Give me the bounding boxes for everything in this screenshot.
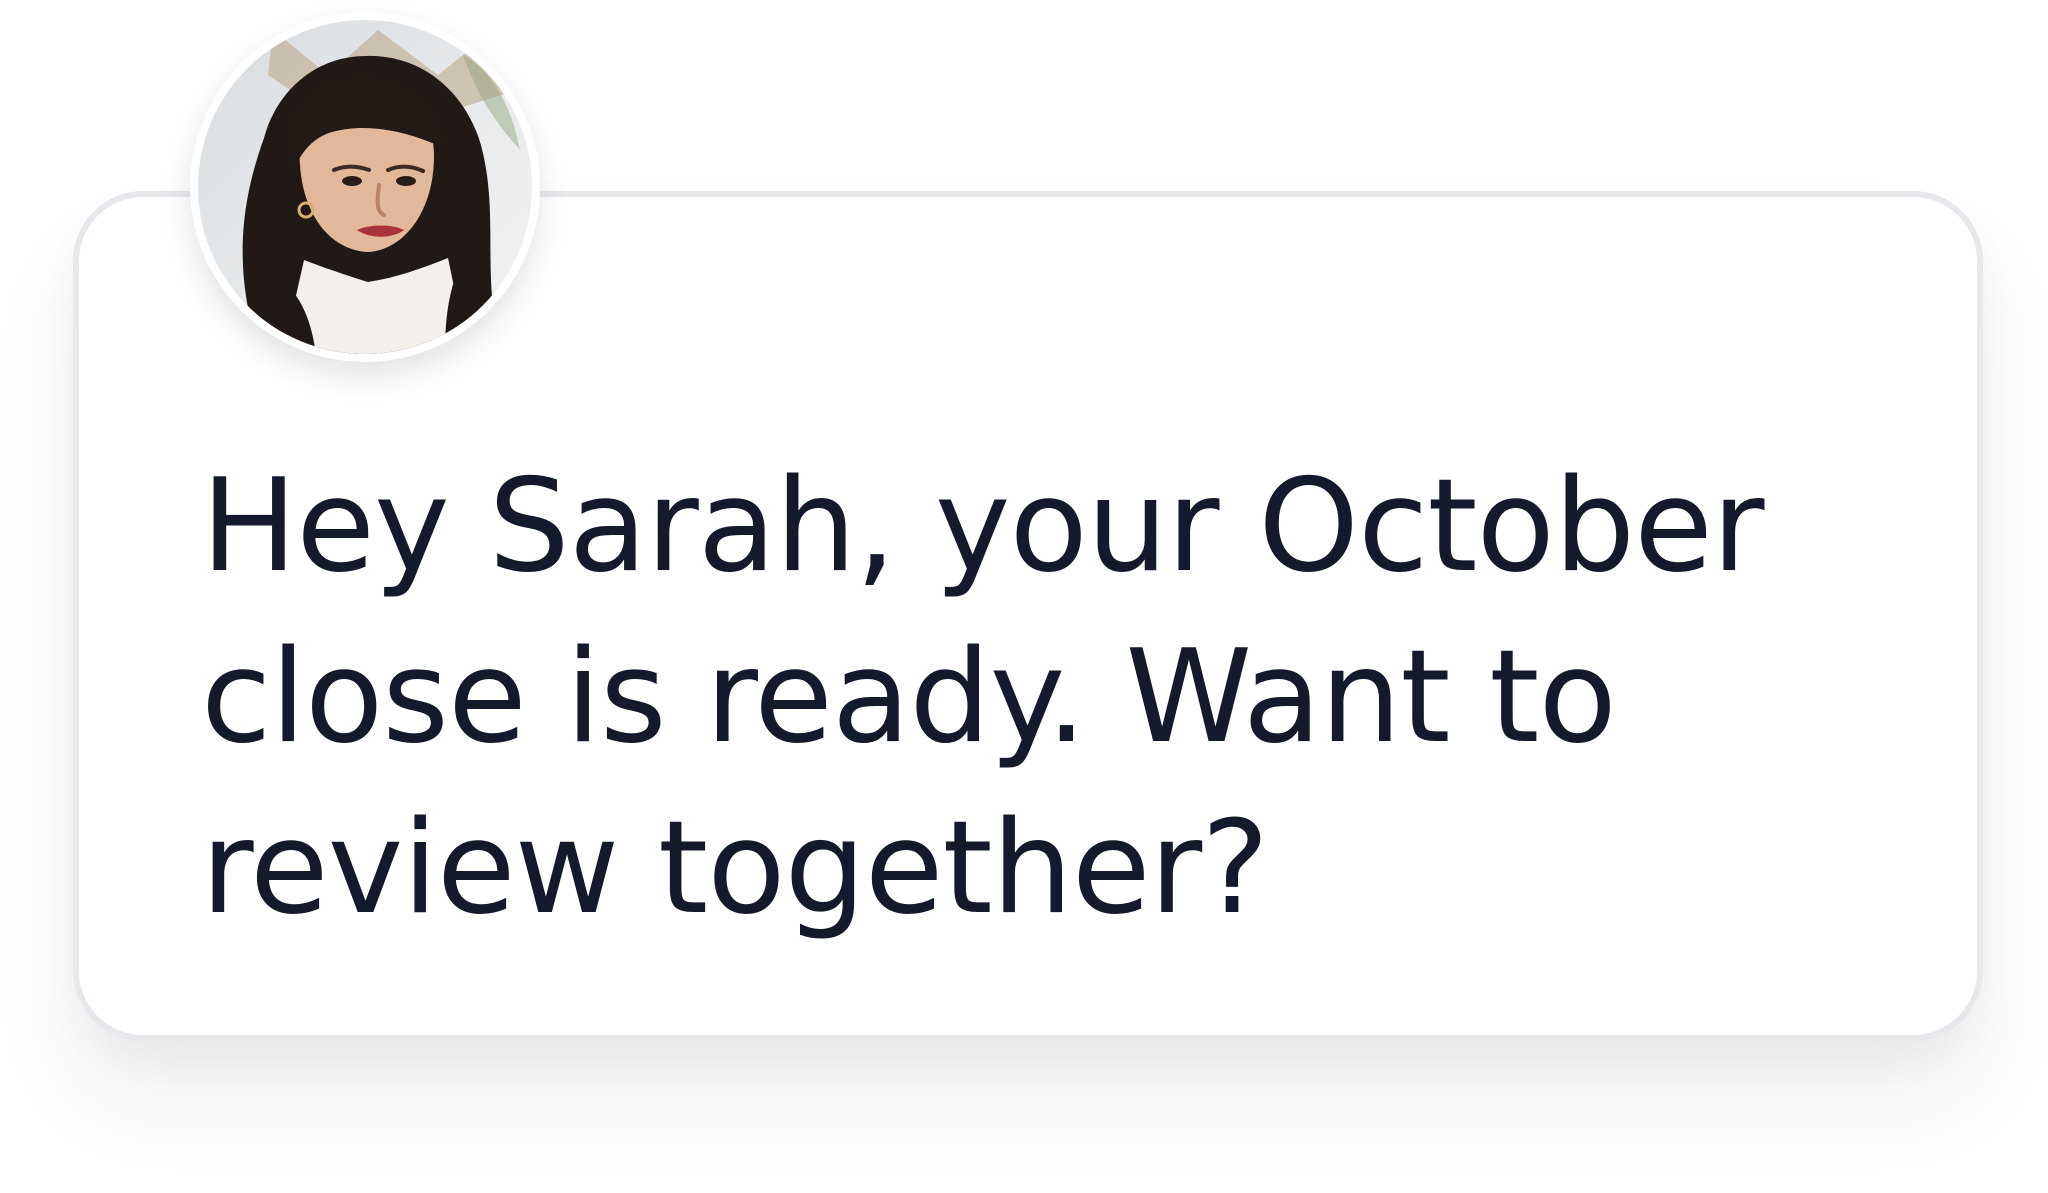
message-text: Hey Sarah, your October close is ready. … xyxy=(201,452,1764,943)
avatar xyxy=(190,12,540,362)
notification-stage: Hey Sarah, your October close is ready. … xyxy=(0,0,2048,1193)
person-photo-avatar-icon xyxy=(198,20,532,354)
